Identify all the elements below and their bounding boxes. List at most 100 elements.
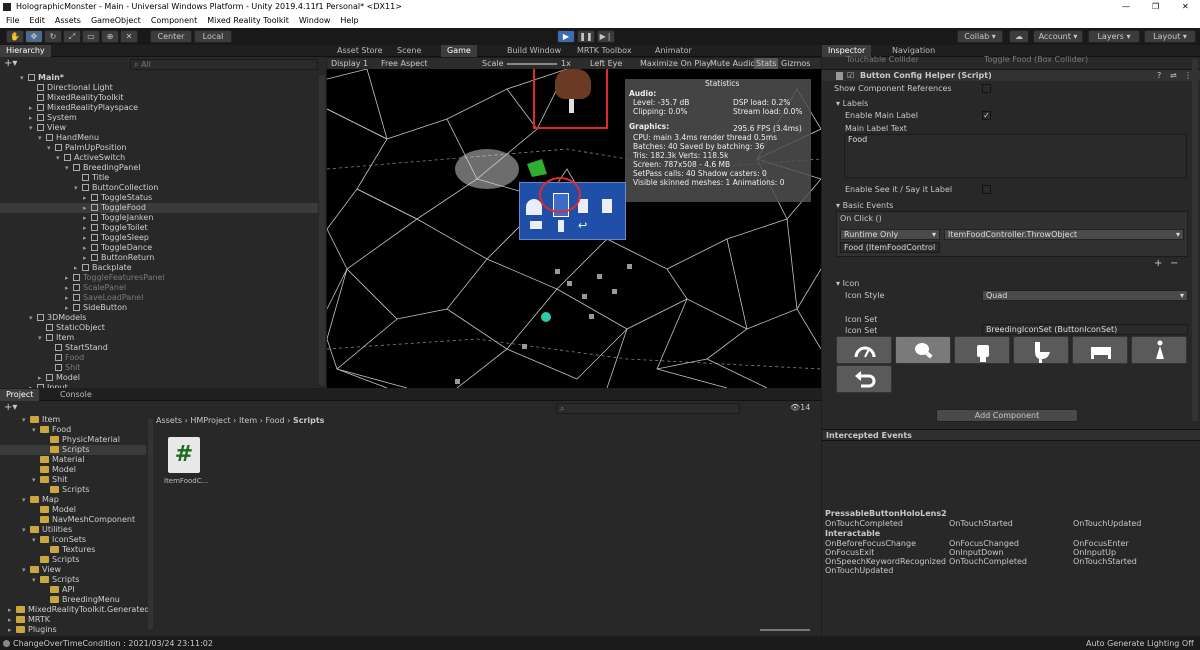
project-folder-item[interactable]: ▾ Food [0,425,146,435]
hierarchy-item[interactable]: ▸ Model [0,373,318,383]
collapse-arrow-icon[interactable]: ▸ [83,213,91,223]
hierarchy-item[interactable]: ▸ Input [0,383,318,388]
hierarchy-item[interactable]: ▾ PalmUpPosition [0,143,318,153]
pivot-center-button[interactable]: Center [150,30,192,43]
project-folder-item[interactable]: ▾ Shit [0,475,146,485]
project-search[interactable]: ⌕ [556,403,740,414]
remove-event-button[interactable]: − [1170,258,1178,269]
labels-header[interactable]: ▾ Labels [836,98,868,109]
project-folder-item[interactable]: Scripts [0,485,146,495]
function-dropdown[interactable]: ItemFoodController.ThrowObject ▾ [944,229,1184,240]
hierarchy-item[interactable]: ▾ Main* [0,73,318,83]
collab-button[interactable]: Collab ▾ [957,30,1003,43]
project-folder-item[interactable]: BreedingMenu [0,595,146,605]
crumb-assets[interactable]: Assets [156,416,182,425]
expand-arrow-icon[interactable]: ▾ [56,153,64,163]
hierarchy-item[interactable]: ▸ ToggleSleep [0,233,318,243]
collapse-arrow-icon[interactable]: ▸ [83,223,91,233]
folder-arrow-icon[interactable]: ▸ [8,615,16,625]
scale-slider[interactable] [507,63,557,65]
component-enabled-checkbox[interactable]: ☑ [847,71,854,80]
project-folder-item[interactable]: Scripts [0,445,146,455]
tab-project[interactable]: Project [0,389,40,401]
hierarchy-item[interactable]: ▾ ButtonCollection [0,183,318,193]
folder-arrow-icon[interactable]: ▸ [8,605,16,615]
preset-icon[interactable]: ⇌ [1170,71,1177,80]
mute-audio-toggle[interactable]: Mute Audio [710,58,755,69]
tab-console[interactable]: Console [54,389,98,401]
aspect-dropdown[interactable]: Free Aspect [381,58,428,69]
close-icon[interactable]: ✕ [1182,0,1189,14]
collapse-arrow-icon[interactable]: ▸ [29,113,37,123]
project-folder-item[interactable]: ▸ Plugins [0,625,146,635]
tab-hierarchy[interactable]: Hierarchy [0,45,51,57]
icon-style-dropdown[interactable]: Quad ▾ [982,290,1188,301]
hierarchy-item[interactable]: ▸ ToggleFeaturesPanel [0,273,318,283]
menu-window[interactable]: Window [299,16,331,25]
hierarchy-item[interactable]: ▾ BreedingPanel [0,163,318,173]
maximize-on-play-toggle[interactable]: Maximize On Play [640,58,711,69]
menu-assets[interactable]: Assets [55,16,81,25]
hierarchy-item[interactable]: ▸ ToggleDance [0,243,318,253]
create-icon[interactable]: +▾ [4,58,17,69]
folder-arrow-icon[interactable]: ▾ [22,495,30,505]
hierarchy-item[interactable]: ▸ ToggleStatus [0,193,318,203]
hierarchy-item[interactable]: ▾ Item [0,333,318,343]
collapse-arrow-icon[interactable]: ▸ [83,203,91,213]
layout-dropdown[interactable]: Layout ▾ [1144,30,1196,43]
menu-file[interactable]: File [6,16,19,25]
stats-toggle[interactable]: Stats [754,58,779,69]
step-button[interactable]: ▶❘ [597,30,615,43]
tab-scene[interactable]: Scene [391,45,427,57]
enable-main-checkbox[interactable]: ✓ [982,111,991,120]
status-left[interactable]: ChangeOverTimeCondition : 2021/03/24 23:… [13,637,213,650]
project-folder-item[interactable]: ▾ IconSets [0,535,146,545]
icon-size-slider[interactable] [760,629,810,631]
hand-tool-icon[interactable]: ✋ [6,30,24,43]
crumb-item[interactable]: Item [239,416,257,425]
tab-animator[interactable]: Animator [649,45,698,57]
project-create-icon[interactable]: +▾ [4,402,17,413]
icon-button-dancer[interactable] [1131,336,1187,364]
hierarchy-item[interactable]: Shit [0,363,318,373]
component-menu-icon[interactable]: ⋮ [1184,71,1192,80]
hierarchy-item[interactable]: ▸ Backplate [0,263,318,273]
expand-arrow-icon[interactable]: ▾ [29,313,37,323]
pivot-local-button[interactable]: Local [194,30,232,43]
expand-arrow-icon[interactable]: ▾ [74,183,82,193]
collapse-arrow-icon[interactable]: ▸ [83,253,91,263]
collapse-arrow-icon[interactable]: ▸ [83,233,91,243]
project-folder-item[interactable]: ▸ MRTK [0,615,146,625]
game-view[interactable]: Statistics Audio: Level: -35.7 dB Clippi… [327,69,821,388]
hierarchy-search[interactable]: ⌕ All [130,59,318,70]
menu-icon-dance[interactable] [558,220,564,232]
main-label-text-field[interactable]: Food [844,134,1187,178]
menu-icon-sleep[interactable] [530,221,542,229]
collapse-arrow-icon[interactable]: ▸ [29,103,37,113]
project-folder-item[interactable]: Textures [0,545,146,555]
expand-arrow-icon[interactable]: ▾ [38,133,46,143]
hierarchy-item[interactable]: Food [0,353,318,363]
hierarchy-item[interactable]: ▸ ToggleJanken [0,213,318,223]
project-folder-item[interactable]: API [0,585,146,595]
custom-tool-icon[interactable]: ✕ [120,30,138,43]
basic-events-header[interactable]: ▾ Basic Events [836,200,893,211]
crumb-scripts[interactable]: Scripts [293,416,325,425]
hierarchy-item[interactable]: ▾ 3DModels [0,313,318,323]
hierarchy-item[interactable]: ▾ ActiveSwitch [0,153,318,163]
collapse-arrow-icon[interactable]: ▸ [38,373,46,383]
icon-button-return[interactable] [836,365,892,393]
hierarchy-item[interactable]: ▸ SaveLoadPanel [0,293,318,303]
menu-icon-toilet[interactable] [602,199,612,213]
project-folder-item[interactable]: ▾ Item [0,415,146,425]
play-button[interactable]: ▶ [557,30,575,43]
collapse-arrow-icon[interactable]: ▸ [65,273,73,283]
collapse-arrow-icon[interactable]: ▸ [29,383,37,388]
folder-arrow-icon[interactable]: ▾ [22,415,30,425]
hierarchy-item[interactable]: ▸ SideButton [0,303,318,313]
menu-gameobject[interactable]: GameObject [91,16,141,25]
event-target-field[interactable]: Food (ItemFoodControl [840,242,940,253]
menu-icon-return[interactable]: ↩ [578,219,587,232]
add-event-button[interactable]: + [1154,258,1162,269]
icon-button-meat[interactable] [895,336,951,364]
